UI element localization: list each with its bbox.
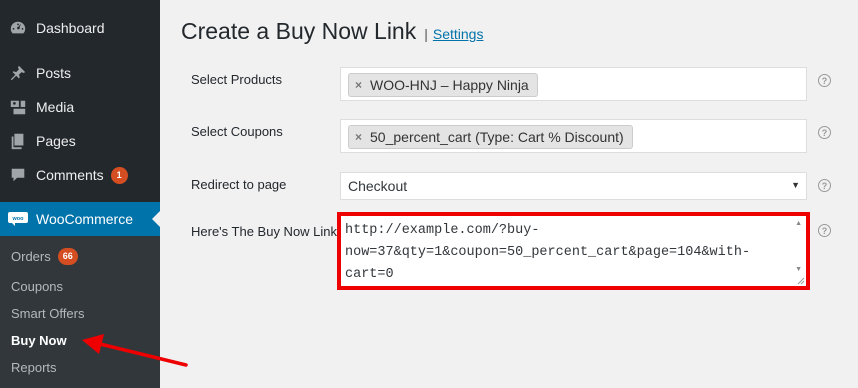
remove-product-icon[interactable]: × [355, 78, 362, 92]
sidebar-item-pages[interactable]: Pages [0, 124, 160, 158]
sidebar-item-posts[interactable]: Posts [0, 56, 160, 90]
submenu-item-reports[interactable]: Reports [11, 360, 57, 375]
sidebar-item-label: Comments [36, 167, 104, 183]
sidebar-item-label: WooCommerce [36, 211, 133, 227]
svg-text:woo: woo [12, 216, 25, 222]
dropdown-caret-icon: ▼ [791, 180, 800, 190]
redirect-selected-value: Checkout [348, 178, 408, 194]
product-chip: × WOO-HNJ – Happy Ninja [348, 73, 538, 97]
help-icon[interactable]: ? [818, 179, 831, 192]
scroll-down-icon[interactable]: ▼ [795, 266, 802, 273]
sidebar-item-label: Dashboard [36, 20, 105, 36]
submenu-item-label: Reports [11, 360, 57, 375]
comments-count-badge: 1 [110, 166, 128, 184]
submenu-item-smart-offers[interactable]: Smart Offers [11, 306, 84, 321]
submenu-item-label: Smart Offers [11, 306, 85, 321]
page-title-text: Create a Buy Now Link [181, 18, 417, 44]
coupon-chip: × 50_percent_cart (Type: Cart % Discount… [348, 125, 633, 149]
submenu-item-label: Buy Now [11, 333, 67, 348]
submenu-item-orders[interactable]: Orders 66 [11, 248, 78, 265]
submenu-item-buy-now[interactable]: Buy Now [11, 333, 67, 348]
pages-icon [0, 132, 36, 150]
help-icon[interactable]: ? [818, 224, 831, 237]
scroll-up-icon[interactable]: ▲ [795, 220, 802, 227]
remove-coupon-icon[interactable]: × [355, 130, 362, 144]
redirect-label: Redirect to page [191, 177, 287, 192]
woo-icon: woo [0, 212, 36, 226]
sidebar-item-label: Posts [36, 65, 72, 81]
dashboard-icon [0, 19, 36, 37]
redirect-page-select[interactable]: Checkout ▼ [340, 172, 807, 200]
products-label: Select Products [191, 72, 283, 87]
help-icon[interactable]: ? [818, 74, 831, 87]
comment-icon [0, 166, 36, 184]
buy-now-link-textarea[interactable]: http://example.com/?buy- now=37&qty=1&co… [337, 212, 810, 290]
woocommerce-submenu: Orders 66 Coupons Smart Offers Buy Now R… [0, 236, 160, 388]
resize-handle-icon[interactable] [795, 275, 805, 285]
buy-now-link-label: Here's The Buy Now Link [191, 224, 338, 239]
help-icon[interactable]: ? [818, 126, 831, 139]
coupons-select[interactable]: × 50_percent_cart (Type: Cart % Discount… [340, 119, 807, 153]
page-title: Create a Buy Now Link | Settings [181, 18, 483, 45]
pin-icon [0, 64, 36, 82]
sidebar-item-dashboard[interactable]: Dashboard [0, 11, 160, 45]
buy-now-link-text[interactable]: http://example.com/?buy- now=37&qty=1&co… [345, 220, 797, 286]
submenu-item-label: Coupons [11, 279, 64, 294]
sidebar-item-media[interactable]: Media [0, 90, 160, 124]
main-content: Create a Buy Now Link | Settings Select … [160, 0, 858, 388]
products-select[interactable]: × WOO-HNJ – Happy Ninja [340, 67, 807, 101]
submenu-item-label: Orders [11, 249, 51, 264]
admin-sidebar: Dashboard Posts Media Pages Comments 1 w… [0, 0, 160, 388]
sidebar-item-label: Media [36, 99, 75, 115]
coupon-chip-label: 50_percent_cart (Type: Cart % Discount) [370, 129, 624, 145]
current-menu-arrow [152, 211, 160, 227]
sidebar-item-woocommerce[interactable]: woo WooCommerce [0, 202, 160, 236]
sidebar-item-comments[interactable]: Comments 1 [0, 158, 160, 192]
sidebar-item-label: Pages [36, 133, 76, 149]
title-separator: | [424, 26, 428, 42]
settings-link[interactable]: Settings [433, 26, 484, 42]
orders-count-badge: 66 [57, 248, 78, 265]
submenu-item-coupons[interactable]: Coupons [11, 279, 63, 294]
product-chip-label: WOO-HNJ – Happy Ninja [370, 77, 529, 93]
coupons-label: Select Coupons [191, 124, 283, 139]
media-icon [0, 98, 36, 116]
